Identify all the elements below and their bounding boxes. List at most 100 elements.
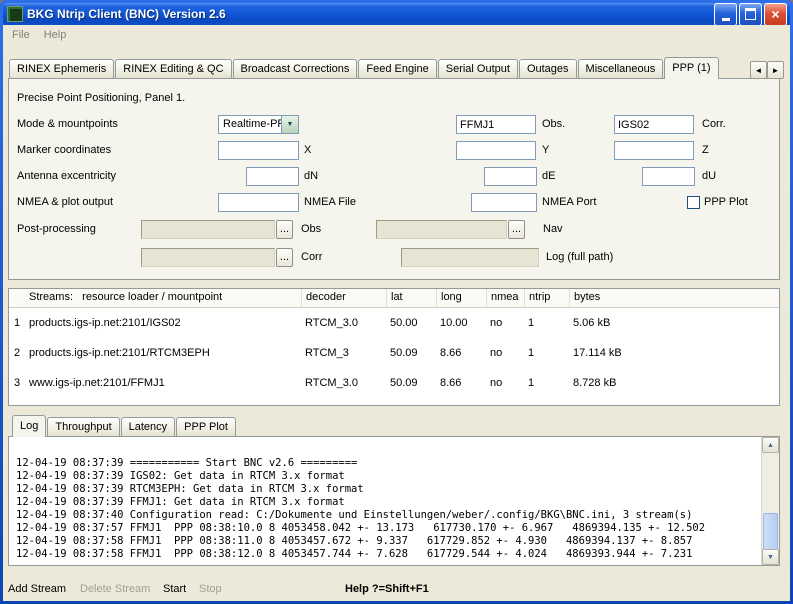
nmea-file-input[interactable] <box>218 193 299 212</box>
tab-ppp-plot[interactable]: PPP Plot <box>176 417 236 437</box>
tab-rinex-ephemeris[interactable]: RINEX Ephemeris <box>9 59 114 79</box>
close-icon: × <box>771 7 779 21</box>
tab-miscellaneous[interactable]: Miscellaneous <box>578 59 664 79</box>
log-output[interactable]: 12-04-19 08:37:39 =========== Start BNC … <box>9 437 761 565</box>
log-line: 12-04-19 08:37:58 FFMJ1 PPP 08:38:12.0 8… <box>16 548 761 561</box>
obs-mountpoint-input[interactable] <box>456 115 536 134</box>
stream-nmea: no <box>486 368 524 398</box>
stream-bytes: 5.06 kB <box>569 308 779 338</box>
streams-header-long[interactable]: long <box>436 289 486 307</box>
row-marker-coordinates: Marker coordinates X Y Z <box>9 141 779 160</box>
antenna-du-input[interactable] <box>642 167 695 186</box>
corr-label: Corr. <box>702 115 726 134</box>
menu-help[interactable]: Help <box>37 27 74 43</box>
window-title: BKG Ntrip Client (BNC) Version 2.6 <box>27 7 714 21</box>
title-bar[interactable]: BKG Ntrip Client (BNC) Version 2.6 × <box>3 3 790 25</box>
log-line: 12-04-19 08:37:58 FFMJ1 PPP 08:38:11.0 8… <box>16 535 761 548</box>
marker-z-input[interactable] <box>614 141 694 160</box>
window-content: File Help RINEX Ephemeris RINEX Editing … <box>3 25 790 601</box>
antenna-excentricity-label: Antenna excentricity <box>17 167 116 186</box>
browse-obs-button[interactable]: ... <box>276 220 293 239</box>
menu-file[interactable]: File <box>5 27 37 43</box>
post-log-label: Log (full path) <box>546 248 613 267</box>
stream-bytes: 17.114 kB <box>569 338 779 368</box>
app-icon <box>7 6 23 22</box>
streams-header-decoder[interactable]: decoder <box>301 289 386 307</box>
stream-ntrip: 1 <box>524 308 569 338</box>
y-label: Y <box>542 141 549 160</box>
antenna-dn-input[interactable] <box>246 167 299 186</box>
log-panel: 12-04-19 08:37:39 =========== Start BNC … <box>8 436 780 566</box>
scroll-down-button[interactable]: ▼ <box>762 549 779 565</box>
stream-lat: 50.09 <box>386 368 436 398</box>
tab-broadcast-corrections[interactable]: Broadcast Corrections <box>233 59 358 79</box>
streams-header-nmea[interactable]: nmea <box>486 289 524 307</box>
stream-row[interactable]: 3 www.igs-ip.net:2101/FFMJ1 RTCM_3.0 50.… <box>9 368 779 398</box>
post-corr-label: Corr <box>301 248 322 267</box>
row-antenna-excentricity: Antenna excentricity dN dE dU <box>9 167 779 186</box>
log-line: 12-04-19 08:37:39 RTCM3EPH: Get data in … <box>16 483 761 496</box>
tab-scroll-right-button[interactable]: ► <box>767 61 784 79</box>
log-line: 12-04-19 08:37:40 Configuration read: C:… <box>16 509 761 522</box>
stream-mountpoint: products.igs-ip.net:2101/IGS02 <box>25 308 301 338</box>
scrollbar-thumb[interactable] <box>763 513 778 551</box>
scroll-up-button[interactable]: ▲ <box>762 437 779 453</box>
tab-scroll-left-button[interactable]: ◄ <box>750 61 767 79</box>
stream-nmea: no <box>486 338 524 368</box>
streams-header-lat[interactable]: lat <box>386 289 436 307</box>
log-scrollbar[interactable]: ▲ ▼ <box>761 437 779 565</box>
log-line: 12-04-19 08:37:39 =========== Start BNC … <box>16 457 761 470</box>
stream-row[interactable]: 2 products.igs-ip.net:2101/RTCM3EPH RTCM… <box>9 338 779 368</box>
stream-ntrip: 1 <box>524 338 569 368</box>
tab-feed-engine[interactable]: Feed Engine <box>358 59 436 79</box>
ppp-mode-combobox[interactable]: Realtime-PPP ▼ <box>218 115 299 134</box>
nmea-plot-output-label: NMEA & plot output <box>17 193 113 212</box>
mode-mountpoints-label: Mode & mountpoints <box>17 115 118 134</box>
stream-row[interactable]: 1 products.igs-ip.net:2101/IGS02 RTCM_3.… <box>9 308 779 338</box>
ppp-plot-checkbox[interactable] <box>687 196 700 209</box>
stop-button: Stop <box>199 582 222 596</box>
chevron-right-icon: ► <box>772 66 780 75</box>
maximize-button[interactable] <box>739 3 762 26</box>
marker-y-input[interactable] <box>456 141 536 160</box>
obs-label: Obs. <box>542 115 565 134</box>
close-button[interactable]: × <box>764 3 787 26</box>
post-processing-label: Post-processing <box>17 220 96 239</box>
tab-serial-output[interactable]: Serial Output <box>438 59 518 79</box>
streams-header-bytes[interactable]: bytes <box>569 289 779 307</box>
tab-rinex-editing-qc[interactable]: RINEX Editing & QC <box>115 59 231 79</box>
combo-dropdown-button[interactable]: ▼ <box>281 116 298 133</box>
dn-label: dN <box>304 167 318 186</box>
row-mode-mountpoints: Mode & mountpoints Realtime-PPP ▼ Obs. C… <box>9 115 779 134</box>
tab-log[interactable]: Log <box>12 415 46 437</box>
chevron-left-icon: ◄ <box>755 66 763 75</box>
log-line: 12-04-19 08:37:39 IGS02: Get data in RTC… <box>16 470 761 483</box>
browse-nav-button[interactable]: ... <box>508 220 525 239</box>
add-stream-button[interactable]: Add Stream <box>8 582 66 596</box>
tab-outages[interactable]: Outages <box>519 59 577 79</box>
streams-header-mountpoint[interactable]: Streams: resource loader / mountpoint <box>25 289 301 307</box>
window-controls: × <box>714 3 787 26</box>
stream-long: 10.00 <box>436 308 486 338</box>
minimize-button[interactable] <box>714 3 737 26</box>
stream-long: 8.66 <box>436 338 486 368</box>
post-log-path-input <box>401 248 539 267</box>
stream-decoder: RTCM_3.0 <box>301 368 386 398</box>
corr-mountpoint-input[interactable] <box>614 115 694 134</box>
start-button[interactable]: Start <box>163 582 186 596</box>
maximize-icon <box>745 8 756 20</box>
du-label: dU <box>702 167 716 186</box>
streams-header-ntrip[interactable]: ntrip <box>524 289 569 307</box>
row-post-processing-2: ... Corr Log (full path) <box>9 248 779 267</box>
menu-bar: File Help <box>3 25 790 45</box>
tab-latency[interactable]: Latency <box>121 417 176 437</box>
browse-corr-button[interactable]: ... <box>276 248 293 267</box>
post-corr-file-input <box>141 248 275 267</box>
delete-stream-button: Delete Stream <box>80 582 150 596</box>
stream-mountpoint: products.igs-ip.net:2101/RTCM3EPH <box>25 338 301 368</box>
tab-throughput[interactable]: Throughput <box>47 417 119 437</box>
antenna-de-input[interactable] <box>484 167 537 186</box>
tab-ppp-1[interactable]: PPP (1) <box>664 57 718 79</box>
nmea-port-input[interactable] <box>471 193 537 212</box>
marker-x-input[interactable] <box>218 141 299 160</box>
